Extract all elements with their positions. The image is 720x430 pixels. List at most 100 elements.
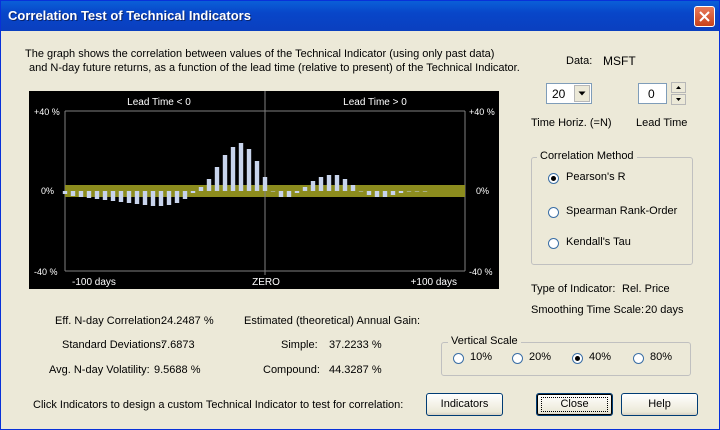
annual-gain-title: Estimated (theoretical) Annual Gain: — [244, 315, 421, 327]
correlation-method-title: Correlation Method — [537, 150, 637, 162]
radio-scale-40[interactable] — [572, 353, 583, 364]
y-tick-left-bottom: -40 % — [34, 267, 58, 277]
radio-scale-20-label[interactable]: 20% — [529, 351, 551, 363]
chart-bar — [358, 191, 364, 192]
radio-scale-80-label[interactable]: 80% — [650, 351, 672, 363]
radio-scale-10-label[interactable]: 10% — [470, 351, 492, 363]
chart-bar — [390, 191, 396, 195]
chart-bar — [94, 191, 100, 199]
x-tick-left: -100 days — [72, 277, 116, 288]
time-horizon-label: Time Horiz. (=N) — [531, 117, 612, 129]
chart-bar — [262, 177, 268, 191]
radio-scale-20[interactable] — [512, 353, 523, 364]
eff-correlation-value: 24.2487 % — [161, 315, 214, 327]
chart-bar — [70, 191, 76, 196]
chart-bar — [134, 191, 140, 204]
chart-bar — [366, 191, 372, 195]
chart-bar — [350, 185, 356, 191]
y-tick-right-top: +40 % — [469, 107, 495, 117]
chart-bar — [302, 187, 308, 191]
arrow-up-icon — [676, 86, 681, 89]
chart-bar — [406, 191, 412, 192]
description-line-1: The graph shows the correlation between … — [25, 48, 495, 60]
radio-kendall[interactable] — [548, 238, 559, 249]
radio-selected-dot — [551, 176, 556, 181]
y-tick-right-mid: 0% — [476, 186, 489, 196]
chart-bar — [174, 191, 180, 203]
correlation-chart: Lead Time < 0 Lead Time > 0 +40 % 0% -40… — [29, 91, 499, 289]
chart-bar — [214, 167, 220, 191]
chart-bar — [158, 191, 164, 206]
chart-bar — [270, 191, 276, 192]
title-bar[interactable]: Correlation Test of Technical Indicators — [1, 1, 719, 31]
std-dev-label: Standard Deviations: — [62, 339, 165, 351]
radio-pearson-label[interactable]: Pearson's R — [566, 171, 626, 183]
radio-scale-10[interactable] — [453, 353, 464, 364]
chart-bar — [150, 191, 156, 206]
radio-pearson[interactable] — [548, 173, 559, 184]
close-button[interactable]: Close — [536, 393, 613, 416]
indicator-type-label: Type of Indicator: — [531, 283, 616, 295]
x-tick-right: +100 days — [411, 277, 457, 288]
x-tick-zero: ZERO — [252, 277, 280, 288]
arrow-down-icon — [676, 98, 681, 101]
chart-bar — [238, 143, 244, 191]
chart-bar — [110, 191, 116, 201]
compound-gain-label: Compound: — [263, 364, 320, 376]
y-tick-left-mid: 0% — [41, 186, 54, 196]
chart-bar — [198, 187, 204, 191]
indicators-button[interactable]: Indicators — [426, 393, 503, 416]
chart-bar — [342, 179, 348, 191]
radio-scale-40-label[interactable]: 40% — [589, 351, 611, 363]
help-button[interactable]: Help — [621, 393, 698, 416]
region-label-positive: Lead Time > 0 — [343, 97, 407, 108]
chart-bar — [118, 191, 124, 202]
radio-spearman-label[interactable]: Spearman Rank-Order — [566, 205, 677, 217]
radio-selected-dot — [575, 356, 580, 361]
chart-bar — [126, 191, 132, 203]
simple-gain-value: 37.2233 % — [329, 339, 382, 351]
chart-bar — [246, 149, 252, 191]
chart-bar — [102, 191, 108, 200]
chart-bar — [286, 191, 292, 197]
eff-correlation-label: Eff. N-day Correlation: — [55, 315, 164, 327]
smoothing-label: Smoothing Time Scale: — [531, 304, 645, 316]
chart-bar — [254, 161, 260, 191]
std-dev-value: 7.6873 — [161, 339, 195, 351]
lead-time-up-button[interactable] — [671, 82, 686, 93]
lead-time-label: Lead Time — [636, 117, 688, 129]
chart-bar — [422, 191, 428, 192]
radio-scale-80[interactable] — [633, 353, 644, 364]
time-horizon-dropdown[interactable]: 20 — [546, 83, 592, 104]
volatility-value: 9.5688 % — [154, 364, 201, 376]
chart-bar — [222, 155, 228, 191]
chart-bar — [278, 191, 284, 197]
lead-time-down-button[interactable] — [671, 94, 686, 105]
close-icon — [699, 11, 710, 22]
compound-gain-value: 44.3287 % — [329, 364, 382, 376]
volatility-label: Avg. N-day Volatility: — [49, 364, 150, 376]
chart-bar — [78, 191, 84, 197]
region-label-negative: Lead Time < 0 — [127, 97, 191, 108]
focus-rectangle — [541, 397, 608, 412]
lead-time-input[interactable]: 0 — [638, 83, 667, 104]
chart-bar — [398, 191, 404, 193]
chevron-down-icon — [578, 91, 586, 96]
description-line-2: and N-day future returns, as a function … — [29, 62, 520, 74]
simple-gain-label: Simple: — [281, 339, 318, 351]
vertical-scale-title: Vertical Scale — [448, 335, 521, 347]
radio-spearman[interactable] — [548, 207, 559, 218]
time-horizon-value: 20 — [552, 87, 566, 101]
chart-bar — [414, 191, 420, 192]
chart-bar — [86, 191, 92, 198]
chart-bar — [294, 191, 300, 193]
dropdown-arrow-button[interactable] — [574, 85, 590, 102]
indicator-type-value: Rel. Price — [622, 283, 670, 295]
radio-kendall-label[interactable]: Kendall's Tau — [566, 236, 631, 248]
smoothing-value: 20 days — [645, 304, 684, 316]
chart-bar — [334, 175, 340, 191]
chart-bar — [166, 191, 172, 205]
window-close-button[interactable] — [694, 6, 715, 27]
chart-bar — [190, 191, 196, 193]
window-title: Correlation Test of Technical Indicators — [8, 8, 251, 23]
